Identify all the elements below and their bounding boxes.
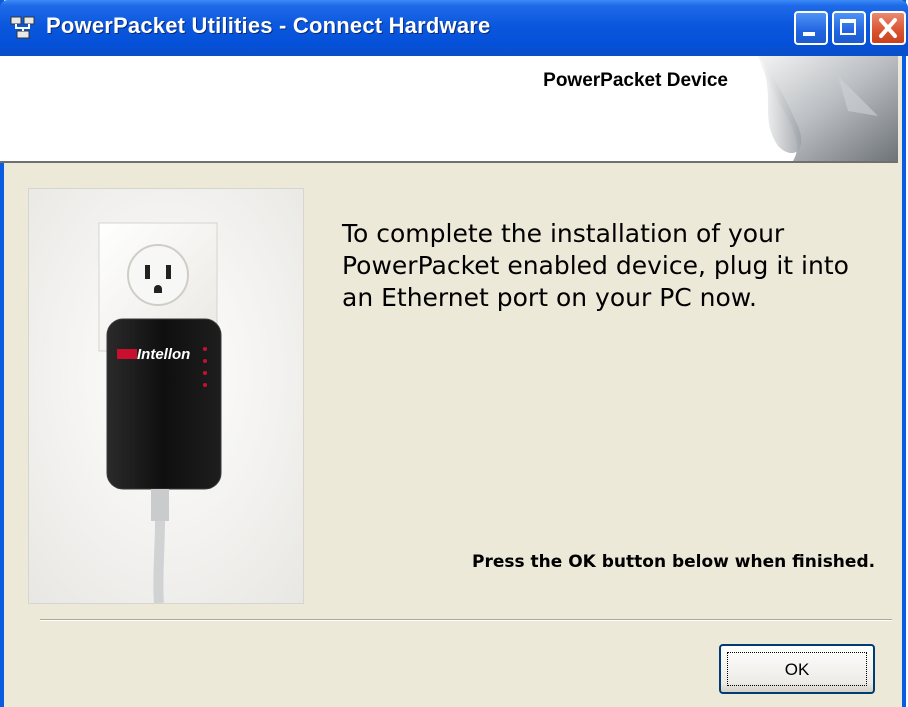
minimize-icon xyxy=(803,32,815,36)
device-brand-label: Intellon xyxy=(137,346,190,363)
window-title: PowerPacket Utilities - Connect Hardware xyxy=(46,13,491,38)
ok-button-label: OK xyxy=(784,660,810,679)
header-banner: PowerPacket Device xyxy=(0,56,898,163)
banner-title: PowerPacket Device xyxy=(543,70,728,91)
ok-button[interactable]: OK xyxy=(719,644,875,694)
finish-note: Press the OK button below when finished. xyxy=(472,552,876,572)
close-icon xyxy=(872,13,904,43)
device-photo: Intellon xyxy=(28,188,304,604)
minimize-button[interactable] xyxy=(794,11,828,45)
page-curl-graphic xyxy=(738,56,898,161)
title-bar[interactable]: PowerPacket Utilities - Connect Hardware xyxy=(0,0,908,56)
maximize-icon xyxy=(840,19,856,35)
separator-line xyxy=(40,619,892,621)
close-button[interactable] xyxy=(870,11,906,45)
maximize-button[interactable] xyxy=(832,11,866,45)
instruction-text: To complete the installation of your Pow… xyxy=(342,219,849,312)
network-app-icon xyxy=(10,16,36,40)
